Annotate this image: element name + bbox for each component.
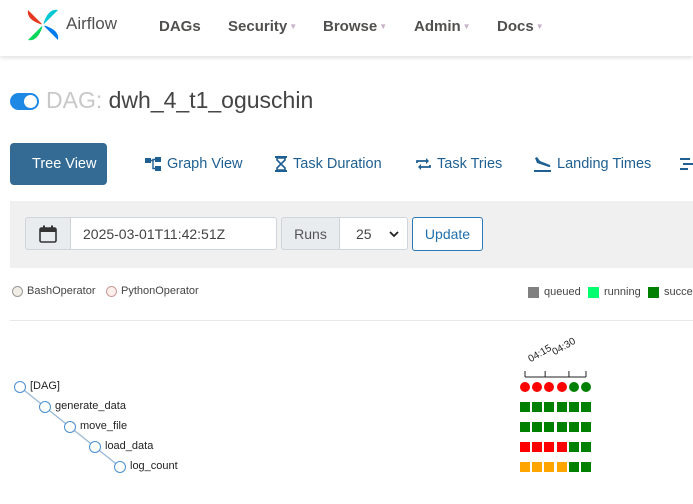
- task-instance-square[interactable]: [568, 442, 579, 452]
- dag-run-circle[interactable]: [556, 382, 567, 392]
- task-instance-square[interactable]: [532, 402, 543, 412]
- task-instance-square[interactable]: [544, 462, 555, 472]
- task-instance-square[interactable]: [544, 422, 555, 432]
- task-instance-square[interactable]: [568, 402, 579, 412]
- task-instance-square[interactable]: [581, 462, 591, 472]
- task-instance-square[interactable]: [568, 462, 579, 472]
- task-instance-square[interactable]: [520, 402, 530, 412]
- task-instance-square[interactable]: [520, 462, 530, 472]
- task-instance-square[interactable]: [520, 442, 530, 452]
- task-instance-square[interactable]: [520, 422, 530, 432]
- task-instance-square[interactable]: [581, 442, 591, 452]
- task-instance-square[interactable]: [532, 462, 543, 472]
- task-instance-square[interactable]: [544, 442, 555, 452]
- task-instance-square[interactable]: [581, 402, 591, 412]
- task-instance-square[interactable]: [556, 442, 567, 452]
- task-instance-square[interactable]: [556, 402, 567, 412]
- task-instance-square[interactable]: [556, 462, 567, 472]
- task-instance-square[interactable]: [544, 402, 555, 412]
- dag-run-circle[interactable]: [581, 382, 591, 392]
- dag-run-circle[interactable]: [520, 382, 530, 392]
- task-instance-square[interactable]: [532, 422, 543, 432]
- task-instance-square[interactable]: [568, 422, 579, 432]
- task-instance-square[interactable]: [532, 442, 543, 452]
- task-instance-square[interactable]: [581, 422, 591, 432]
- dag-run-circle[interactable]: [568, 382, 579, 392]
- task-instance-square[interactable]: [556, 422, 567, 432]
